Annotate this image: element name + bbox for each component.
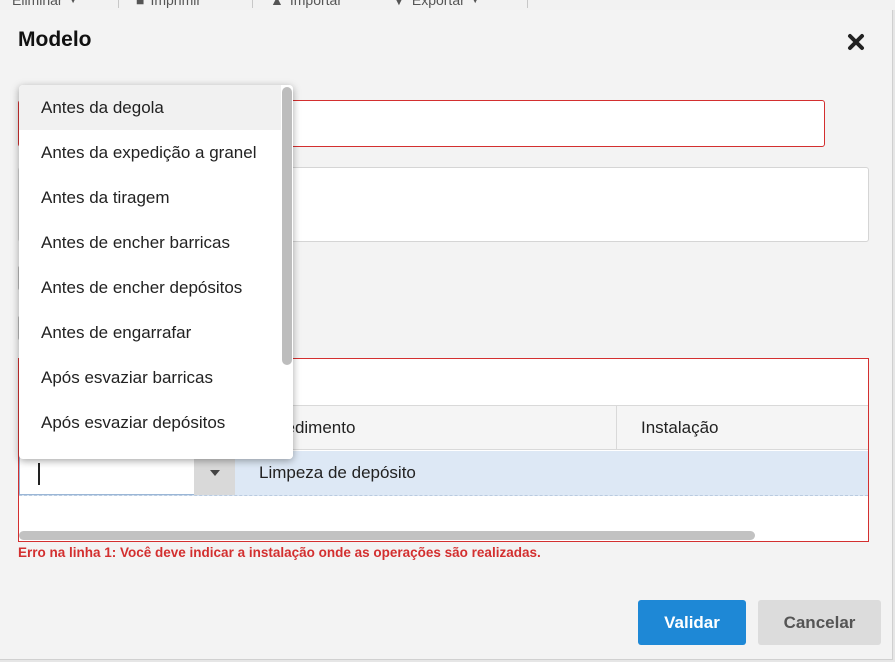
printer-icon: ■ bbox=[136, 0, 145, 8]
momento-dropdown-list[interactable]: Antes da degola Antes da expedição a gra… bbox=[19, 85, 293, 459]
toolbar-print-label: Imprimir bbox=[150, 0, 202, 8]
toolbar-delete[interactable]: Eliminar ▼ bbox=[12, 0, 78, 9]
toolbar-separator bbox=[118, 0, 119, 8]
toolbar-import[interactable]: ▲ Importar bbox=[270, 0, 342, 9]
dropdown-scrollbar[interactable] bbox=[281, 85, 293, 459]
horizontal-scrollbar[interactable] bbox=[19, 530, 868, 541]
dropdown-option[interactable]: Após esvaziar depósitos bbox=[19, 400, 281, 445]
close-icon bbox=[848, 34, 864, 50]
close-button[interactable] bbox=[844, 30, 868, 54]
toolbar-export-label: Exportar bbox=[411, 0, 465, 8]
export-icon: ▼ bbox=[392, 0, 406, 8]
modal-dialog: Modelo cedimento Instalação Limpeza de d… bbox=[0, 10, 893, 660]
column-header-instalacao[interactable]: Instalação bbox=[641, 406, 719, 449]
caret-down-icon bbox=[209, 470, 220, 476]
import-icon: ▲ bbox=[270, 0, 284, 8]
validate-button[interactable]: Validar bbox=[638, 600, 746, 645]
dropdown-option[interactable]: Após esvaziar barricas bbox=[19, 355, 281, 400]
toolbar: Eliminar ▼ ■ Imprimir ▲ Importar ▼ Expor… bbox=[0, 0, 895, 10]
dropdown-option[interactable]: Antes de encher depósitos bbox=[19, 265, 281, 310]
toolbar-print[interactable]: ■ Imprimir bbox=[136, 0, 201, 9]
toolbar-export[interactable]: ▼ Exportar ▼ bbox=[392, 0, 480, 9]
chevron-down-icon: ▼ bbox=[68, 0, 78, 5]
dropdown-option[interactable]: Antes da tiragem bbox=[19, 175, 281, 220]
dropdown-option[interactable]: Antes de engarrafar bbox=[19, 310, 281, 355]
scrollbar-thumb[interactable] bbox=[282, 87, 292, 365]
text-cursor bbox=[38, 463, 40, 485]
column-separator bbox=[616, 406, 617, 449]
toolbar-import-label: Importar bbox=[289, 0, 342, 8]
dropdown-option[interactable]: Antes da expedição a granel bbox=[19, 130, 281, 175]
dropdown-option[interactable]: Antes da degola bbox=[19, 85, 281, 130]
toolbar-delete-label: Eliminar bbox=[12, 0, 63, 8]
cancel-button[interactable]: Cancelar bbox=[758, 600, 881, 645]
dropdown-option[interactable]: Antes de encher barricas bbox=[19, 220, 281, 265]
modal-title: Modelo bbox=[18, 28, 92, 51]
toolbar-separator bbox=[527, 0, 528, 8]
toolbar-separator bbox=[252, 0, 253, 8]
chevron-down-icon: ▼ bbox=[470, 0, 480, 5]
error-message: Erro na linha 1: Você deve indicar a ins… bbox=[18, 545, 541, 560]
scrollbar-thumb[interactable] bbox=[19, 531, 755, 540]
